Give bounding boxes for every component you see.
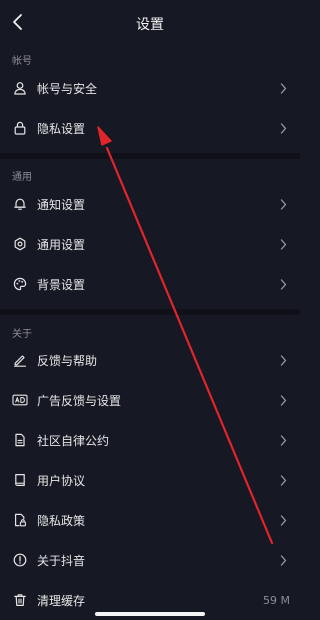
row-general-settings[interactable]: 通用设置 (0, 224, 300, 264)
row-label: 清理缓存 (37, 593, 86, 608)
row-label: 反馈与帮助 (37, 353, 98, 368)
row-label: 通用设置 (37, 237, 86, 252)
section-divider (0, 153, 300, 159)
row-community-guidelines[interactable]: 社区自律公约 (0, 420, 300, 460)
row-label: 社区自律公约 (37, 433, 110, 448)
row-privacy-settings[interactable]: 隐私设置 (0, 108, 300, 148)
section-label-account: 帐号 (12, 56, 32, 67)
row-about-douyin[interactable]: 关于抖音 (0, 540, 300, 580)
section-label-general: 通用 (12, 172, 32, 183)
row-label: 通知设置 (37, 197, 86, 212)
chevron-right-icon (278, 513, 288, 527)
row-notification-settings[interactable]: 通知设置 (0, 184, 300, 224)
chevron-right-icon (278, 237, 288, 251)
row-label: 隐私设置 (37, 121, 86, 136)
section-label-about: 关于 (12, 329, 32, 340)
chevron-right-icon (278, 433, 288, 447)
chevron-right-icon (278, 197, 288, 211)
header: 设置 (0, 0, 300, 46)
row-label: 广告反馈与设置 (37, 393, 122, 408)
row-privacy-policy[interactable]: 隐私政策 (0, 500, 300, 540)
lock-icon (12, 120, 28, 136)
page-title: 设置 (136, 17, 164, 33)
chevron-right-icon (278, 81, 288, 95)
cache-size-value: 59 M (263, 593, 290, 607)
chevron-right-icon (278, 473, 288, 487)
row-ad-feedback-settings[interactable]: 广告反馈与设置 (0, 380, 300, 420)
chevron-right-icon (278, 121, 288, 135)
document-icon (12, 432, 28, 448)
row-user-agreement[interactable]: 用户协议 (0, 460, 300, 500)
info-icon (12, 552, 28, 568)
chevron-right-icon (278, 393, 288, 407)
gear-icon (12, 236, 28, 252)
row-label: 帐号与安全 (37, 81, 98, 96)
chevron-right-icon (278, 353, 288, 367)
palette-icon (12, 276, 28, 292)
ad-icon (12, 392, 28, 408)
row-label: 关于抖音 (37, 553, 86, 568)
user-icon (12, 80, 28, 96)
document-lock-icon (12, 512, 28, 528)
row-background-settings[interactable]: 背景设置 (0, 264, 300, 304)
bell-icon (12, 196, 28, 212)
pencil-icon (12, 352, 28, 368)
chevron-right-icon (278, 277, 288, 291)
book-icon (12, 472, 28, 488)
settings-page: 设置 帐号 帐号与安全 隐私设置 通用 通知设置 通用设置 背景设置 关于 反馈… (0, 0, 300, 620)
section-divider (0, 309, 300, 315)
chevron-right-icon (278, 553, 288, 567)
row-label: 用户协议 (37, 473, 86, 488)
trash-icon (12, 592, 28, 608)
row-label: 隐私政策 (37, 513, 86, 528)
home-indicator (95, 612, 205, 616)
row-account-security[interactable]: 帐号与安全 (0, 68, 300, 108)
row-label: 背景设置 (37, 277, 86, 292)
row-feedback-help[interactable]: 反馈与帮助 (0, 340, 300, 380)
